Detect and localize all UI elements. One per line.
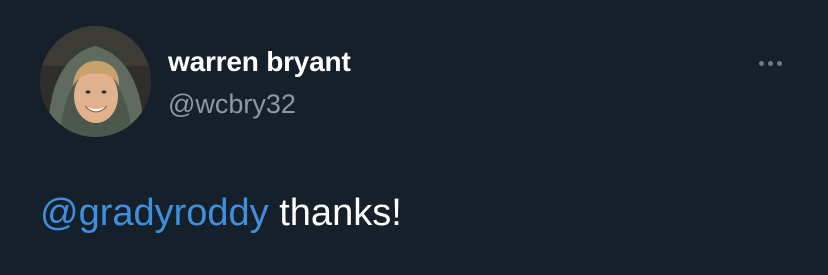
- avatar-photo-icon: [40, 26, 151, 137]
- author-display-name[interactable]: warren bryant: [168, 44, 351, 80]
- more-options-button[interactable]: [750, 48, 790, 78]
- mention-link[interactable]: @gradyroddy: [40, 192, 269, 234]
- author-avatar[interactable]: [40, 26, 151, 137]
- author-handle[interactable]: @wcbry32: [168, 87, 296, 121]
- more-horizontal-icon-dot: [767, 60, 773, 66]
- tweet-text-content: thanks!: [268, 192, 402, 234]
- tweet-text: @gradyroddy thanks!: [40, 189, 402, 237]
- more-horizontal-icon: [758, 60, 764, 66]
- more-horizontal-icon-dot: [776, 60, 782, 66]
- tweet-card: warren bryant @wcbry32 @gradyroddy thank…: [0, 0, 828, 275]
